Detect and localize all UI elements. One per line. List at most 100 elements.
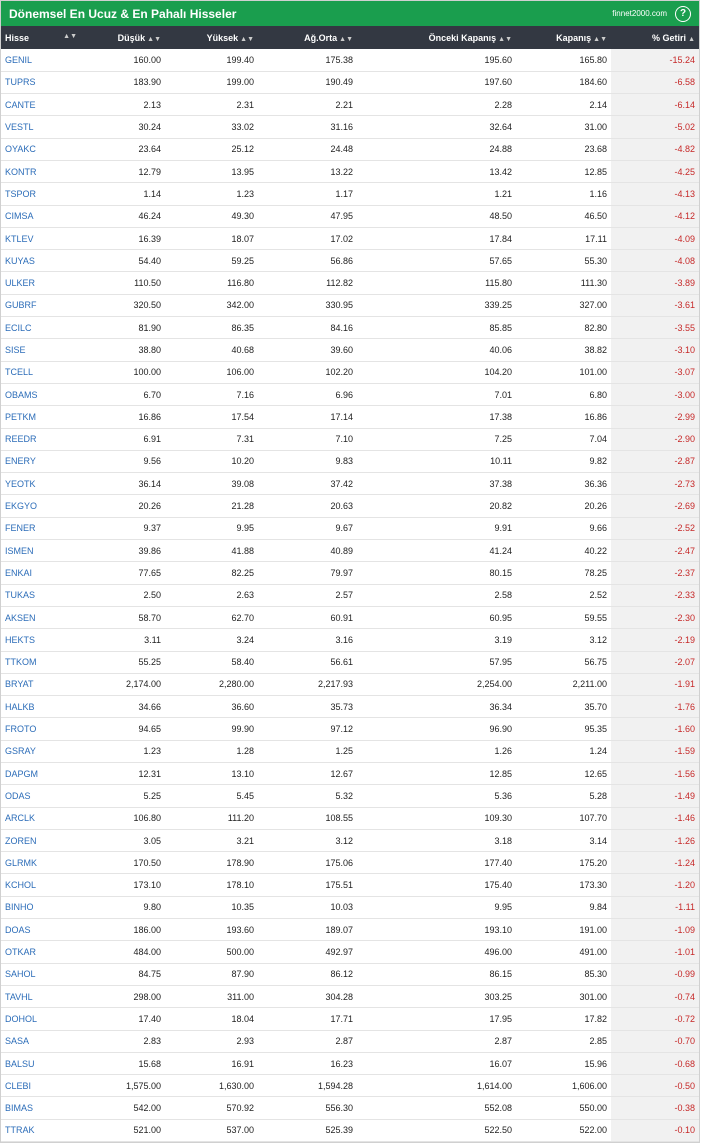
col-header-dusuk[interactable]: Düşük ▲▼	[81, 26, 165, 49]
stock-symbol-link[interactable]: DAPGM	[1, 762, 81, 786]
stock-symbol-link[interactable]: BRYAT	[1, 673, 81, 697]
stock-symbol-link[interactable]: TCELL	[1, 361, 81, 384]
table-row[interactable]: DAPGM 12.31 13.10 12.67 12.85 12.65 -1.56	[1, 762, 699, 786]
table-row[interactable]: OYAKC 23.64 25.12 24.48 24.88 23.68 -4.82	[1, 138, 699, 161]
table-row[interactable]: ISMEN 39.86 41.88 40.89 41.24 40.22 -2.47	[1, 539, 699, 563]
table-row[interactable]: OBAMS 6.70 7.16 6.96 7.01 6.80 -3.00	[1, 383, 699, 407]
stock-symbol-link[interactable]: DOAS	[1, 918, 81, 942]
site-link[interactable]: finnet2000.com	[612, 9, 667, 18]
table-row[interactable]: CIMSA 46.24 49.30 47.95 48.50 46.50 -4.12	[1, 205, 699, 228]
table-row[interactable]: ZOREN 3.05 3.21 3.12 3.18 3.14 -1.26	[1, 829, 699, 853]
table-row[interactable]: TAVHL 298.00 311.00 304.28 303.25 301.00 -0.74	[1, 985, 699, 1009]
stock-symbol-link[interactable]: ULKER	[1, 271, 81, 295]
table-row[interactable]: TUPRS 183.90 199.00 190.49 197.60 184.60 -6.58	[1, 71, 699, 95]
table-row[interactable]: FENER 9.37 9.95 9.67 9.91 9.66 -2.52	[1, 517, 699, 541]
col-header-onceki-kapanis[interactable]: Önceki Kapanış ▲▼	[357, 26, 516, 49]
table-row[interactable]: ARCLK 106.80 111.20 108.55 109.30 107.70 -1.46	[1, 807, 699, 830]
table-row[interactable]: BRYAT 2,174.00 2,280.00 2,217.93 2,254.00 2,2…	[1, 673, 699, 697]
table-row[interactable]: AKSEN 58.70 62.70 60.91 60.95 59.55 -2.30	[1, 606, 699, 630]
table-row[interactable]: YEOTK 36.14 39.08 37.42 37.38 36.36 -2.73	[1, 472, 699, 496]
stock-symbol-link[interactable]: OBAMS	[1, 383, 81, 407]
table-row[interactable]: CLEBI 1,575.00 1,630.00 1,594.28 1,614.00 1,6…	[1, 1074, 699, 1098]
table-row[interactable]: EKGYO 20.26 21.28 20.63 20.82 20.26 -2.69	[1, 494, 699, 518]
sort-icon[interactable]: ▲▼	[240, 36, 254, 43]
sort-icon[interactable]: ▲	[688, 36, 695, 43]
table-row[interactable]: CANTE 2.13 2.31 2.21 2.28 2.14 -6.14	[1, 93, 699, 117]
table-row[interactable]: ENERY 9.56 10.20 9.83 10.11 9.82 -2.87	[1, 450, 699, 474]
sort-icon[interactable]: ▲▼	[63, 33, 77, 40]
stock-symbol-link[interactable]: HALKB	[1, 695, 81, 719]
table-row[interactable]: OTKAR 484.00 500.00 492.97 496.00 491.00 -1.01	[1, 940, 699, 964]
stock-symbol-link[interactable]: KCHOL	[1, 873, 81, 897]
table-row[interactable]: DOAS 186.00 193.60 189.07 193.10 191.00 -1.09	[1, 918, 699, 942]
stock-symbol-link[interactable]: TSPOR	[1, 182, 81, 206]
help-icon[interactable]: ?	[675, 5, 691, 22]
table-row[interactable]: TUKAS 2.50 2.63 2.57 2.58 2.52 -2.33	[1, 584, 699, 607]
stock-symbol-link[interactable]: CIMSA	[1, 205, 81, 228]
stock-symbol-link[interactable]: ARCLK	[1, 807, 81, 830]
stock-symbol-link[interactable]: BINHO	[1, 896, 81, 920]
stock-symbol-link[interactable]: CLEBI	[1, 1074, 81, 1098]
stock-symbol-link[interactable]: KUYAS	[1, 249, 81, 273]
table-row[interactable]: FROTO 94.65 99.90 97.12 96.90 95.35 -1.60	[1, 717, 699, 741]
table-row[interactable]: PETKM 16.86 17.54 17.14 17.38 16.86 -2.99	[1, 405, 699, 429]
stock-symbol-link[interactable]: ENERY	[1, 450, 81, 474]
stock-symbol-link[interactable]: BIMAS	[1, 1096, 81, 1120]
stock-symbol-link[interactable]: TTKOM	[1, 651, 81, 674]
table-row[interactable]: ULKER 110.50 116.80 112.82 115.80 111.30 -3.89	[1, 271, 699, 295]
stock-symbol-link[interactable]: KTLEV	[1, 227, 81, 251]
stock-symbol-link[interactable]: CANTE	[1, 93, 81, 117]
stock-symbol-link[interactable]: PETKM	[1, 405, 81, 429]
stock-symbol-link[interactable]: EKGYO	[1, 494, 81, 518]
stock-symbol-link[interactable]: SAHOL	[1, 963, 81, 986]
stock-symbol-link[interactable]: GENIL	[1, 49, 81, 72]
table-row[interactable]: BIMAS 542.00 570.92 556.30 552.08 550.00 -0.38	[1, 1096, 699, 1120]
sort-icon[interactable]: ▲▼	[147, 36, 161, 43]
table-row[interactable]: DOHOL 17.40 18.04 17.71 17.95 17.82 -0.72	[1, 1007, 699, 1031]
sort-icon[interactable]: ▲▼	[339, 36, 353, 43]
col-header-kapanis[interactable]: Kapanış ▲▼	[516, 26, 611, 49]
table-row[interactable]: ENKAI 77.65 82.25 79.97 80.15 78.25 -2.37	[1, 561, 699, 585]
table-row[interactable]: TCELL 100.00 106.00 102.20 104.20 101.00 -3.07	[1, 361, 699, 384]
stock-symbol-link[interactable]: ODAS	[1, 784, 81, 808]
table-row[interactable]: BALSU 15.68 16.91 16.23 16.07 15.96 -0.68	[1, 1052, 699, 1076]
stock-symbol-link[interactable]: GSRAY	[1, 740, 81, 764]
col-header-ag-orta[interactable]: Ağ.Orta ▲▼	[258, 26, 357, 49]
stock-symbol-link[interactable]: SASA	[1, 1030, 81, 1053]
stock-symbol-link[interactable]: GLRMK	[1, 851, 81, 875]
stock-symbol-link[interactable]: DOHOL	[1, 1007, 81, 1031]
stock-symbol-link[interactable]: YEOTK	[1, 472, 81, 496]
table-row[interactable]: KCHOL 173.10 178.10 175.51 175.40 173.30 -1.20	[1, 873, 699, 897]
table-row[interactable]: HALKB 34.66 36.60 35.73 36.34 35.70 -1.76	[1, 695, 699, 719]
table-row[interactable]: TTKOM 55.25 58.40 56.61 57.95 56.75 -2.07	[1, 651, 699, 674]
sort-icon[interactable]: ▲▼	[498, 36, 512, 43]
table-row[interactable]: KONTR 12.79 13.95 13.22 13.42 12.85 -4.25	[1, 160, 699, 184]
table-row[interactable]: REEDR 6.91 7.31 7.10 7.25 7.04 -2.90	[1, 428, 699, 451]
table-row[interactable]: SASA 2.83 2.93 2.87 2.87 2.85 -0.70	[1, 1030, 699, 1053]
stock-symbol-link[interactable]: TUPRS	[1, 71, 81, 95]
col-header-hisse[interactable]: Hisse ▲▼	[1, 26, 81, 49]
stock-symbol-link[interactable]: REEDR	[1, 428, 81, 451]
stock-symbol-link[interactable]: SISE	[1, 338, 81, 362]
table-row[interactable]: KUYAS 54.40 59.25 56.86 57.65 55.30 -4.08	[1, 249, 699, 273]
stock-symbol-link[interactable]: ECILC	[1, 316, 81, 340]
stock-symbol-link[interactable]: FROTO	[1, 717, 81, 741]
table-row[interactable]: GLRMK 170.50 178.90 175.06 177.40 175.20 -1.24	[1, 851, 699, 875]
table-row[interactable]: SAHOL 84.75 87.90 86.12 86.15 85.30 -0.99	[1, 963, 699, 986]
stock-symbol-link[interactable]: OYAKC	[1, 138, 81, 161]
stock-symbol-link[interactable]: VESTL	[1, 115, 81, 139]
stock-symbol-link[interactable]: ENKAI	[1, 561, 81, 585]
stock-symbol-link[interactable]: TAVHL	[1, 985, 81, 1009]
table-row[interactable]: TTRAK 521.00 537.00 525.39 522.50 522.00 -0.10	[1, 1119, 699, 1143]
table-row[interactable]: HEKTS 3.11 3.24 3.16 3.19 3.12 -2.19	[1, 628, 699, 652]
col-header-yuksek[interactable]: Yüksek ▲▼	[165, 26, 258, 49]
table-row[interactable]: KTLEV 16.39 18.07 17.02 17.84 17.11 -4.09	[1, 227, 699, 251]
stock-symbol-link[interactable]: HEKTS	[1, 628, 81, 652]
stock-symbol-link[interactable]: BALSU	[1, 1052, 81, 1076]
table-row[interactable]: BINHO 9.80 10.35 10.03 9.95 9.84 -1.11	[1, 896, 699, 920]
stock-symbol-link[interactable]: ISMEN	[1, 539, 81, 563]
stock-symbol-link[interactable]: ZOREN	[1, 829, 81, 853]
table-row[interactable]: VESTL 30.24 33.02 31.16 32.64 31.00 -5.02	[1, 115, 699, 139]
table-row[interactable]: GSRAY 1.23 1.28 1.25 1.26 1.24 -1.59	[1, 740, 699, 764]
stock-symbol-link[interactable]: OTKAR	[1, 940, 81, 964]
